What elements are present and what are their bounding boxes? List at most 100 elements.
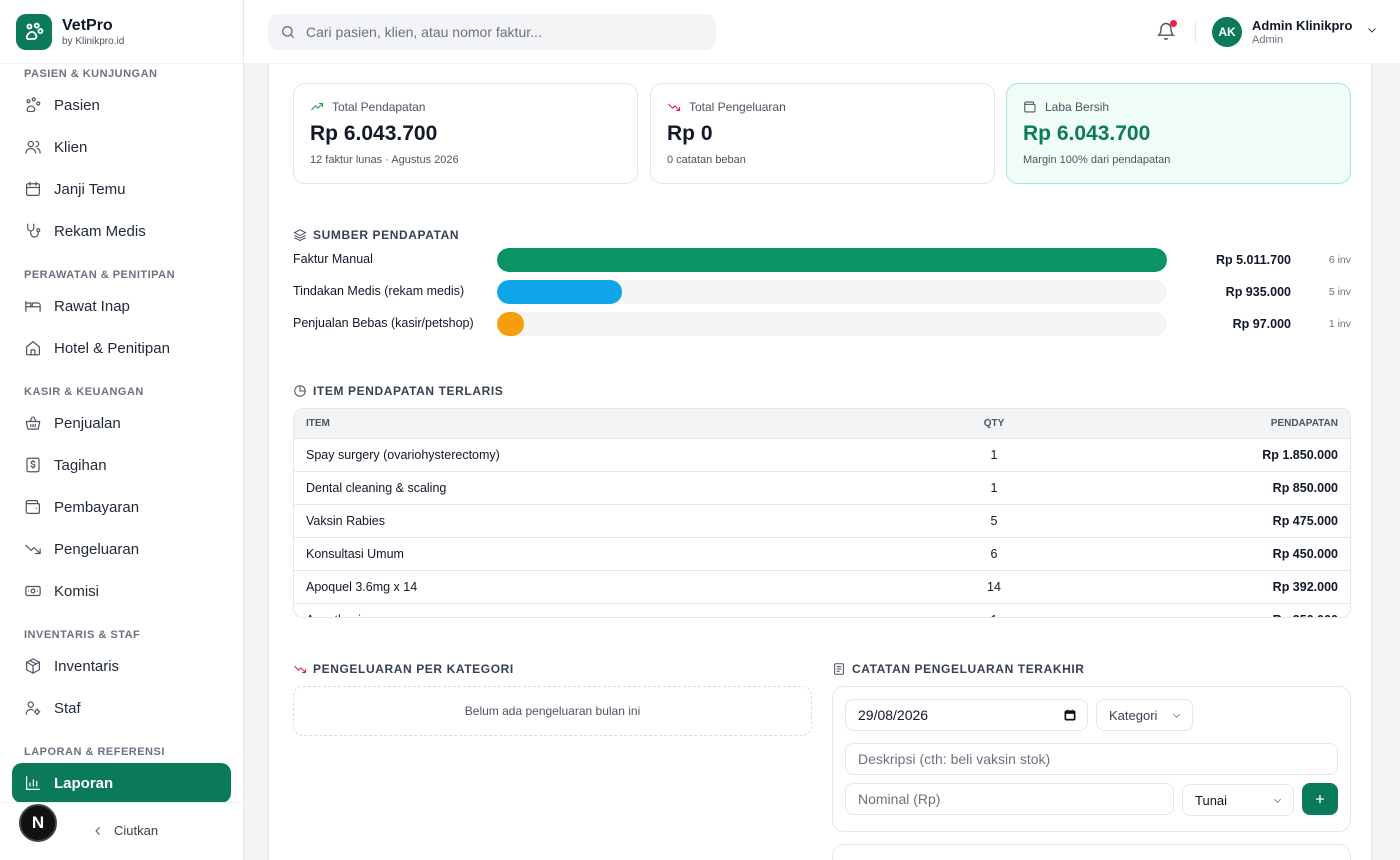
stat-value: Rp 6.043.700 <box>1023 122 1151 145</box>
app-by: by Klinikpro.id <box>62 35 125 47</box>
source-label: Penjualan Bebas (kasir/petshop) <box>293 316 474 330</box>
cell-qty: 6 <box>990 547 998 561</box>
cell-revenue: Rp 350.000 <box>1273 613 1338 617</box>
sidebar-item-inventaris[interactable]: Inventaris <box>12 646 231 686</box>
chevron-down-icon <box>1368 28 1377 33</box>
search-bar[interactable] <box>268 14 716 50</box>
next-badge[interactable]: N <box>19 804 57 842</box>
empty-expenses: Belum ada pengeluaran bulan ini <box>293 686 812 736</box>
trend-up-icon <box>311 102 324 111</box>
user-role: Admin <box>1252 34 1284 46</box>
payment-method-select[interactable]: Tunai <box>1182 784 1294 816</box>
stat-laba-bersih: Laba Bersih Rp 6.043.700 Margin 100% dar… <box>1006 83 1351 184</box>
source-bar-fill <box>497 312 524 336</box>
sidebar-nav: PASIEN & KUNJUNGAN Pasien Klien Janji Te… <box>0 64 243 802</box>
user-cog-icon <box>25 701 41 716</box>
amount-input[interactable]: Nominal (Rp) <box>845 783 1174 815</box>
wallet-icon <box>25 500 40 514</box>
invoice-icon <box>26 457 40 473</box>
cell-qty: 1 <box>990 481 998 495</box>
search-input[interactable] <box>306 24 686 40</box>
sidebar-item-staf[interactable]: Staf <box>12 688 231 728</box>
cell-item: Apoquel 3.6mg x 14 <box>306 580 418 594</box>
sidebar-item-penjualan[interactable]: Penjualan <box>12 403 231 443</box>
source-bar-fill <box>497 248 1167 272</box>
section-pasien-kunjungan: PASIEN & KUNJUNGAN <box>24 68 158 80</box>
sidebar-item-klien[interactable]: Klien <box>12 127 231 167</box>
stat-total-pendapatan: Total Pendapatan Rp 6.043.700 12 faktur … <box>293 83 638 184</box>
sidebar-item-komisi[interactable]: Komisi <box>12 571 231 611</box>
user-menu[interactable]: AK Admin Klinikpro Admin <box>1212 17 1378 47</box>
layers-icon <box>293 229 307 242</box>
table-row[interactable]: Apoquel 3.6mg x 14 14 Rp 392.000 <box>294 570 1350 603</box>
sidebar-item-pembayaran[interactable]: Pembayaran <box>12 487 231 527</box>
search-icon <box>282 26 295 39</box>
section-item-terlaris: ITEM PENDAPATAN TERLARIS <box>293 384 503 398</box>
bed-icon <box>25 300 41 312</box>
sidebar-item-hotel-penitipan[interactable]: Hotel & Penitipan <box>12 328 231 368</box>
chevron-down-icon <box>1172 713 1181 718</box>
date-input[interactable]: 29/08/2026 <box>845 699 1088 731</box>
expense-list-card <box>832 844 1351 860</box>
cell-item: Vaksin Rabies <box>306 514 385 528</box>
sidebar-item-rekam-medis[interactable]: Rekam Medis <box>12 211 231 251</box>
table-row[interactable]: Konsultasi Umum 6 Rp 450.000 <box>294 537 1350 570</box>
cell-item: Spay surgery (ovariohysterectomy) <box>306 448 500 462</box>
plus-icon <box>1315 794 1325 804</box>
trend-down-icon <box>294 665 307 674</box>
sidebar-item-laporan[interactable]: Laporan <box>12 763 231 802</box>
paw-icon <box>26 97 41 113</box>
chevron-left-icon <box>95 826 100 835</box>
table-row[interactable]: Vaksin Rabies 5 Rp 475.000 <box>294 504 1350 537</box>
collapse-button[interactable]: Ciutkan <box>92 823 158 838</box>
section-catatan-pengeluaran: CATATAN PENGELUARAN TERAKHIR <box>832 662 1085 676</box>
add-expense-button[interactable] <box>1302 783 1338 815</box>
source-count: 1 inv <box>1328 318 1351 330</box>
stat-sub: Margin 100% dari pendapatan <box>1023 154 1171 166</box>
revenue-source-row: Faktur Manual Rp 5.011.700 6 inv <box>293 248 1351 272</box>
wallet-icon <box>1024 101 1036 113</box>
cell-qty: 5 <box>990 514 998 528</box>
sidebar-footer: N Ciutkan <box>0 802 243 860</box>
bar-chart-icon <box>26 776 40 790</box>
section-inventaris-staf: INVENTARIS & STAF <box>24 629 141 641</box>
cell-item: Dental cleaning & scaling <box>306 481 447 495</box>
trend-down-icon <box>668 103 681 112</box>
sidebar-item-rawat-inap[interactable]: Rawat Inap <box>12 286 231 326</box>
sidebar: VetPro by Klinikpro.id PASIEN & KUNJUNGA… <box>0 0 244 860</box>
top-items-table[interactable]: ITEM QTY PENDAPATAN Spay surgery (ovario… <box>293 408 1351 618</box>
description-input[interactable]: Deskripsi (cth: beli vaksin stok) <box>845 743 1338 775</box>
source-bar-fill <box>497 280 623 304</box>
sidebar-item-tagihan[interactable]: Tagihan <box>12 445 231 485</box>
category-select[interactable]: Kategori <box>1096 699 1193 731</box>
brand[interactable]: VetPro by Klinikpro.id <box>0 0 243 64</box>
table-row[interactable]: Spay surgery (ovariohysterectomy) 1 Rp 1.8… <box>294 438 1350 471</box>
cell-item: Anesthesia <box>306 613 368 617</box>
source-count: 5 inv <box>1328 286 1351 298</box>
basket-icon <box>25 416 41 430</box>
source-bar-track <box>497 248 1167 272</box>
stat-sub: 0 catatan beban <box>667 154 746 166</box>
stat-sub: 12 faktur lunas · Agustus 2026 <box>310 154 459 166</box>
sidebar-item-pengeluaran[interactable]: Pengeluaran <box>12 529 231 569</box>
table-row[interactable]: Anesthesia 1 Rp 350.000 <box>294 603 1350 617</box>
source-bar-track <box>497 280 1167 304</box>
table-row[interactable]: Dental cleaning & scaling 1 Rp 850.000 <box>294 471 1350 504</box>
cell-revenue: Rp 392.000 <box>1272 580 1338 594</box>
paw-logo-icon <box>16 13 52 50</box>
revenue-source-row: Penjualan Bebas (kasir/petshop) Rp 97.000… <box>293 312 1351 336</box>
calendar-icon[interactable] <box>1063 708 1077 722</box>
section-pengeluaran-kategori: PENGELUARAN PER KATEGORI <box>293 662 514 676</box>
sidebar-item-pasien[interactable]: Pasien <box>12 85 231 125</box>
source-amount: Rp 5.011.700 <box>1215 253 1291 267</box>
expense-form: 29/08/2026 Kategori Deskripsi (cth: beli… <box>832 686 1351 832</box>
notification-dot <box>1170 20 1177 27</box>
notification-button[interactable] <box>1156 20 1178 43</box>
sidebar-item-janji-temu[interactable]: Janji Temu <box>12 169 231 209</box>
section-laporan-referensi: LAPORAN & REFERENSI <box>24 746 165 758</box>
box-icon <box>26 658 40 674</box>
home-icon <box>26 341 40 356</box>
app-name: VetPro <box>62 16 113 34</box>
section-perawatan-penitipan: PERAWATAN & PENITIPAN <box>24 269 176 281</box>
stethoscope-icon <box>27 223 41 238</box>
